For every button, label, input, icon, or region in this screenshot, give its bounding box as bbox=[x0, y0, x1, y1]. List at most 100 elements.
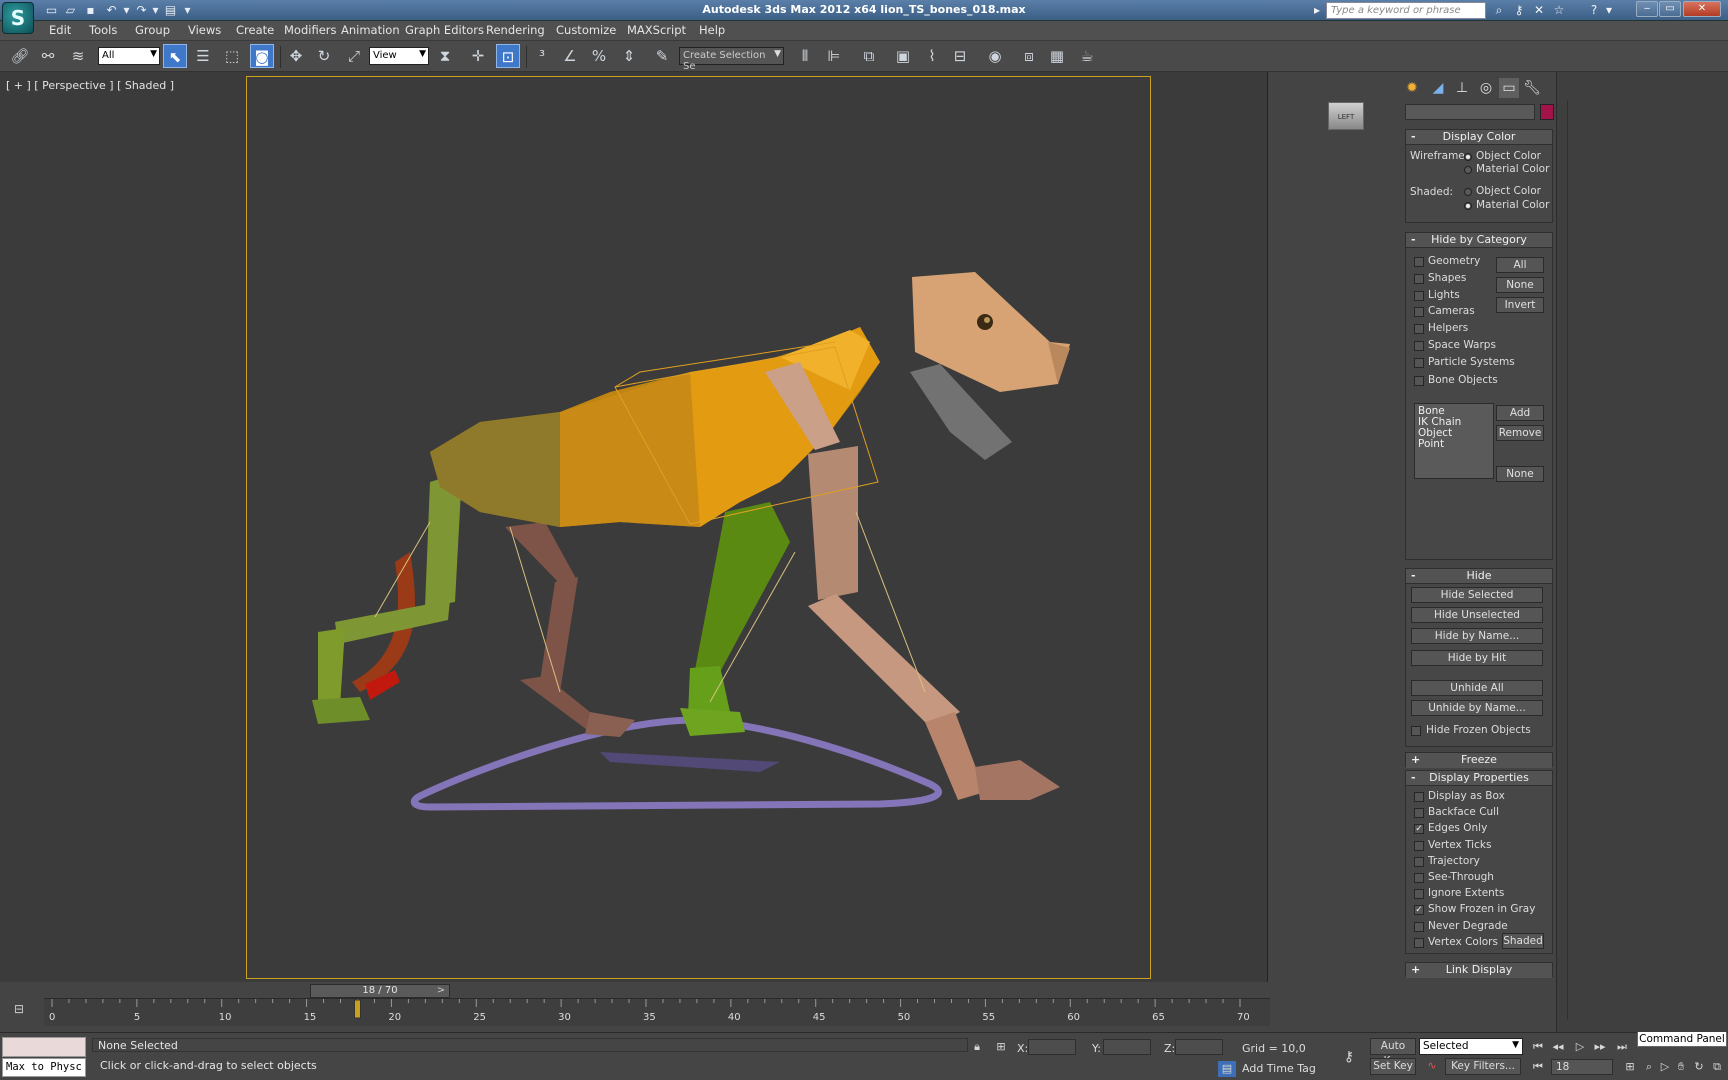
link-icon[interactable]: 🔗︎ bbox=[8, 44, 32, 68]
menu-help[interactable]: Help bbox=[699, 23, 725, 37]
mirror-icon[interactable]: ⫴ bbox=[793, 44, 817, 68]
hide-invert-button[interactable]: Invert bbox=[1496, 297, 1544, 313]
category-list[interactable]: Bone IK Chain Object Point bbox=[1414, 403, 1494, 479]
display-property-checkbox[interactable] bbox=[1414, 808, 1424, 819]
menu-tools[interactable]: Tools bbox=[89, 23, 117, 37]
auto-key-button[interactable]: Auto Key bbox=[1370, 1038, 1416, 1067]
category-add-button[interactable]: Add bbox=[1496, 405, 1544, 421]
shaded-object-color-radio[interactable] bbox=[1464, 188, 1472, 196]
pivot-center-icon[interactable]: ⧗ bbox=[433, 44, 457, 68]
category-checkbox[interactable] bbox=[1414, 324, 1424, 334]
minimize-button[interactable]: ‒ bbox=[1636, 1, 1658, 17]
wireframe-material-color-radio[interactable] bbox=[1464, 166, 1472, 174]
category-checkbox[interactable] bbox=[1414, 341, 1424, 351]
material-editor-icon[interactable]: ◉ bbox=[983, 44, 1007, 68]
menu-customize[interactable]: Customize bbox=[556, 23, 616, 37]
key-filters-button[interactable]: Key Filters... bbox=[1445, 1058, 1521, 1075]
binoculars-icon[interactable]: ⌕ bbox=[1491, 3, 1507, 18]
display-property-checkbox[interactable] bbox=[1414, 856, 1424, 867]
wireframe-object-color-radio[interactable] bbox=[1464, 153, 1472, 161]
snaps-toggle-icon[interactable]: ³ bbox=[530, 44, 554, 68]
angle-snap-icon[interactable]: ∠ bbox=[558, 44, 582, 68]
key-selection-dropdown[interactable]: Selected ▼ bbox=[1419, 1038, 1523, 1055]
rotate-icon[interactable]: ↻ bbox=[312, 44, 336, 68]
menu-maxscript[interactable]: MAXScript bbox=[627, 23, 686, 37]
display-property-checkbox[interactable] bbox=[1414, 792, 1424, 802]
rectangular-selection-icon[interactable]: ⬚ bbox=[220, 44, 244, 68]
maximize-button[interactable]: ▭ bbox=[1659, 1, 1681, 17]
link-display-header[interactable]: + Link Display bbox=[1406, 963, 1552, 978]
help-dropdown-icon[interactable]: ▾ bbox=[1601, 3, 1617, 18]
app-logo-icon[interactable]: S bbox=[2, 2, 34, 34]
z-coordinate-field[interactable] bbox=[1175, 1039, 1223, 1055]
move-icon[interactable]: ✥ bbox=[284, 44, 308, 68]
time-tag-icon[interactable]: ▤ bbox=[1218, 1061, 1236, 1077]
category-checkbox[interactable] bbox=[1414, 274, 1424, 284]
favorites-star-icon[interactable]: ☆ bbox=[1551, 3, 1567, 18]
object-name-field[interactable] bbox=[1405, 104, 1535, 120]
edit-named-selection-icon[interactable]: ✎ bbox=[650, 44, 674, 68]
hide-unselected-button[interactable]: Hide Unselected bbox=[1411, 607, 1543, 623]
menu-graph-editors[interactable]: Graph Editors bbox=[405, 23, 484, 37]
menu-views[interactable]: Views bbox=[188, 23, 221, 37]
current-frame-marker[interactable] bbox=[353, 999, 361, 1019]
next-frame-icon[interactable]: ▸▸ bbox=[1591, 1039, 1609, 1055]
help-icon[interactable]: ? bbox=[1586, 3, 1602, 18]
exchange-icon[interactable]: ✕ bbox=[1531, 3, 1547, 18]
viewport-label[interactable]: [ + ] [ Perspective ] [ Shaded ] bbox=[6, 79, 174, 92]
align-icon[interactable]: ⊫ bbox=[822, 44, 846, 68]
viewcube-icon[interactable]: LEFT bbox=[1328, 102, 1364, 130]
maxscript-input[interactable]: Max to Physc bbox=[2, 1058, 86, 1077]
absolute-mode-icon[interactable]: ⊞ bbox=[992, 1039, 1010, 1055]
pan-icon[interactable]: ✋︎ bbox=[1672, 1059, 1690, 1075]
spinner-snap-icon[interactable]: ⇕ bbox=[617, 44, 641, 68]
current-frame-field[interactable]: 18 bbox=[1551, 1059, 1613, 1075]
add-time-tag-button[interactable]: Add Time Tag bbox=[1242, 1062, 1316, 1075]
play-icon[interactable]: ▷ bbox=[1571, 1039, 1589, 1055]
curve-editor-icon[interactable]: ⌇ bbox=[920, 44, 944, 68]
reference-coordinate-dropdown[interactable]: View ▼ bbox=[369, 47, 429, 65]
render-production-icon[interactable]: ☕︎ bbox=[1075, 44, 1099, 68]
display-tab-icon[interactable]: ▭ bbox=[1499, 78, 1519, 98]
category-checkbox[interactable] bbox=[1414, 291, 1424, 301]
category-checkbox[interactable] bbox=[1414, 307, 1424, 317]
key-icon[interactable]: ⚷ bbox=[1511, 3, 1527, 18]
hide-by-category-header[interactable]: - Hide by Category bbox=[1406, 233, 1552, 248]
display-property-checkbox[interactable] bbox=[1414, 889, 1424, 900]
percent-snap-icon[interactable]: % bbox=[587, 44, 611, 68]
motion-tab-icon[interactable]: ◎ bbox=[1476, 78, 1496, 98]
category-remove-button[interactable]: Remove bbox=[1496, 425, 1544, 441]
rendered-frame-window-icon[interactable]: ▦ bbox=[1045, 44, 1069, 68]
y-coordinate-field[interactable] bbox=[1103, 1039, 1151, 1055]
time-configuration-icon[interactable]: ⊞ bbox=[1621, 1059, 1639, 1075]
window-crossing-icon[interactable]: ◙ bbox=[250, 44, 274, 68]
select-manipulate-icon[interactable]: ✛ bbox=[466, 44, 490, 68]
search-input[interactable]: Type a keyword or phrase bbox=[1326, 2, 1486, 19]
key-mode-toggle-icon[interactable]: ⏮ bbox=[1529, 1059, 1547, 1075]
display-property-checkbox[interactable]: ✓ bbox=[1414, 905, 1424, 916]
hide-header[interactable]: - Hide bbox=[1406, 569, 1552, 584]
list-item[interactable]: IK Chain Object bbox=[1418, 417, 1490, 439]
mini-curve-editor-icon[interactable]: ⊟ bbox=[8, 1002, 30, 1020]
modify-tab-icon[interactable]: ◢ bbox=[1428, 78, 1448, 98]
maxscript-listener[interactable]: Max to Physc bbox=[2, 1037, 86, 1077]
previous-frame-icon[interactable]: ◂◂ bbox=[1549, 1039, 1567, 1055]
go-to-start-icon[interactable]: ⏮ bbox=[1529, 1039, 1547, 1055]
track-bar[interactable]: 0 5 10 15 20 25 30 35 40 45 50 55 60 65 70 bbox=[44, 998, 1270, 1026]
menu-edit[interactable]: Edit bbox=[49, 23, 71, 37]
keyboard-shortcut-override-icon[interactable]: ⊡ bbox=[496, 44, 520, 68]
menu-rendering[interactable]: Rendering bbox=[486, 23, 545, 37]
unlink-icon[interactable]: ⚯ bbox=[36, 44, 60, 68]
category-checkbox[interactable] bbox=[1414, 376, 1424, 386]
maxscript-output[interactable] bbox=[2, 1037, 86, 1057]
display-property-checkbox[interactable] bbox=[1414, 937, 1424, 948]
set-key-button[interactable]: Set Key bbox=[1370, 1058, 1416, 1075]
time-slider[interactable]: 18 / 70 bbox=[310, 984, 450, 998]
freeze-header[interactable]: + Freeze bbox=[1406, 753, 1552, 768]
perspective-viewport[interactable]: [ + ] [ Perspective ] [ Shaded ] LEFT bbox=[0, 72, 1364, 982]
render-setup-icon[interactable]: ⧈ bbox=[1017, 44, 1041, 68]
set-key-mode-icon[interactable]: ⚷ bbox=[1340, 1049, 1358, 1065]
shaded-material-color-radio[interactable] bbox=[1464, 202, 1472, 210]
selection-lock-icon[interactable]: 🔒︎ bbox=[968, 1039, 986, 1055]
menu-modifiers[interactable]: Modifiers bbox=[284, 23, 337, 37]
